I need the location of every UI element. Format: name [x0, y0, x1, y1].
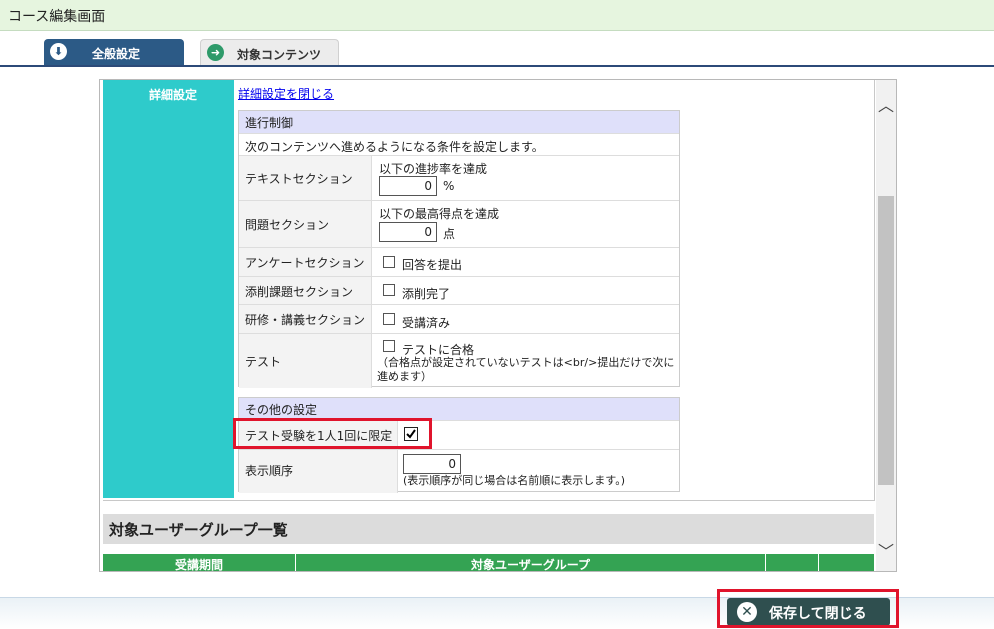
row-label-cell: アンケートセクション: [239, 248, 372, 276]
test-row: テスト テストに合格 （合格点が設定されていないテストは<br/>提出だけで次に…: [239, 333, 679, 388]
correction-section-row: 添削課題セクション 添削完了: [239, 276, 679, 304]
text-section-condition: 以下の進捗率を達成: [379, 162, 488, 176]
test-pass-note: （合格点が設定されていないテストは<br/>提出だけで次に進めます）: [377, 356, 675, 383]
tab-label: 対象コンテンツ: [237, 48, 322, 62]
detail-settings-label: 詳細設定: [149, 88, 198, 102]
arrow-right-circle-icon: ➜: [207, 44, 224, 61]
progress-rate-input[interactable]: 0: [379, 176, 437, 196]
progress-control-title: 進行制御: [245, 116, 294, 130]
progress-description: 次のコンテンツへ進めるようになる条件を設定します。: [245, 140, 544, 154]
survey-section-row: アンケートセクション 回答を提出: [239, 247, 679, 276]
correction-section-label: 添削課題セクション: [245, 285, 354, 299]
question-section-row: 問題セクション 以下の最高得点を達成 0 点: [239, 200, 679, 247]
display-order-note: (表示順序が同じ場合は名前順に表示します。): [403, 474, 625, 487]
display-order-input[interactable]: 0: [403, 454, 461, 474]
row-label-cell: 問題セクション: [239, 201, 372, 247]
close-detail-settings-link[interactable]: 詳細設定を閉じる: [238, 85, 334, 102]
max-score-input[interactable]: 0: [379, 222, 437, 242]
section-header: その他の設定: [239, 398, 679, 421]
limit-once-label: テスト受験を1人1回に限定: [245, 429, 393, 443]
progress-control-section: 進行制御 次のコンテンツへ進めるようになる条件を設定します。 テキストセクション…: [238, 110, 680, 388]
test-label: テスト: [245, 355, 282, 369]
score-unit: 点: [443, 227, 456, 241]
title-bar: コース編集画面: [0, 0, 994, 31]
display-order-label: 表示順序: [245, 464, 294, 478]
other-settings-title: その他の設定: [245, 403, 318, 417]
save-and-close-button[interactable]: ✕ 保存して閉じる: [727, 598, 890, 626]
scrollbar-thumb[interactable]: [878, 196, 894, 485]
question-section-label: 問題セクション: [245, 218, 330, 232]
settings-scroll-area[interactable]: 詳細設定 詳細設定を閉じる 進行制御 次のコンテンツへ進めるようになる条件を設定…: [99, 79, 897, 572]
tab-general-settings[interactable]: ⬇ 全般設定: [44, 39, 184, 65]
user-group-list-header: 対象ユーザーグループ一覧: [103, 514, 874, 544]
submit-answer-label: 回答を提出: [402, 258, 463, 272]
row-label-cell: 研修・講義セクション: [239, 305, 372, 333]
row-label-cell: 表示順序: [239, 450, 398, 493]
column-header-blank: [766, 554, 819, 571]
section-header: 進行制御: [239, 111, 679, 134]
training-section-row: 研修・講義セクション 受講済み: [239, 304, 679, 333]
correction-complete-checkbox[interactable]: [383, 284, 395, 296]
user-group-list-title: 対象ユーザーグループ一覧: [109, 521, 288, 539]
window-title: コース編集画面: [8, 9, 106, 25]
correction-complete-label: 添削完了: [402, 287, 451, 301]
row-label-cell: 添削課題セクション: [239, 277, 372, 304]
tab-label: 全般設定: [92, 47, 141, 61]
progress-description-row: 次のコンテンツへ進めるようになる条件を設定します。: [239, 133, 679, 155]
limit-once-checkbox[interactable]: [404, 427, 418, 441]
check-mark-icon: [406, 429, 416, 439]
question-section-condition: 以下の最高得点を達成: [379, 207, 500, 221]
row-label-cell: テスト受験を1人1回に限定: [239, 421, 398, 449]
detail-settings-row: 詳細設定 詳細設定を閉じる 進行制御 次のコンテンツへ進めるようになる条件を設定…: [103, 80, 875, 501]
tab-bar: ⬇ 全般設定 ➜ 対象コンテンツ: [0, 31, 994, 67]
text-section-row: テキストセクション 以下の進捗率を達成 0 %: [239, 155, 679, 200]
attended-checkbox[interactable]: [383, 313, 395, 325]
scroll-down-icon[interactable]: ﹀: [876, 538, 896, 561]
submit-answer-checkbox[interactable]: [383, 256, 395, 268]
save-and-close-label: 保存して閉じる: [769, 606, 867, 622]
user-group-table-header: 受講期間 対象ユーザーグループ: [103, 554, 874, 571]
detail-settings-header-cell: 詳細設定: [103, 80, 234, 498]
percent-unit: %: [443, 179, 455, 193]
tab-target-contents[interactable]: ➜ 対象コンテンツ: [200, 39, 339, 65]
display-order-row: 表示順序 0 (表示順序が同じ場合は名前順に表示します。): [239, 449, 679, 493]
limit-once-row: テスト受験を1人1回に限定: [239, 420, 679, 449]
vertical-scrollbar[interactable]: ︿ ﹀: [876, 80, 896, 571]
column-header-user-group: 対象ユーザーグループ: [296, 554, 766, 571]
column-header-period: 受講期間: [103, 554, 296, 571]
survey-section-label: アンケートセクション: [245, 256, 365, 270]
text-section-label: テキストセクション: [245, 172, 353, 186]
scroll-up-icon[interactable]: ︿: [876, 92, 896, 115]
close-circle-icon: ✕: [737, 602, 757, 622]
test-pass-checkbox[interactable]: [383, 340, 395, 352]
training-section-label: 研修・講義セクション: [245, 313, 366, 327]
row-label-cell: テキストセクション: [239, 156, 372, 200]
other-settings-section: その他の設定 テスト受験を1人1回に限定 表示順序 0 (表示順序が同じ場合は名…: [238, 397, 680, 493]
attended-label: 受講済み: [402, 316, 451, 330]
arrow-down-circle-icon: ⬇: [50, 43, 67, 60]
row-label-cell: テスト: [239, 334, 372, 388]
